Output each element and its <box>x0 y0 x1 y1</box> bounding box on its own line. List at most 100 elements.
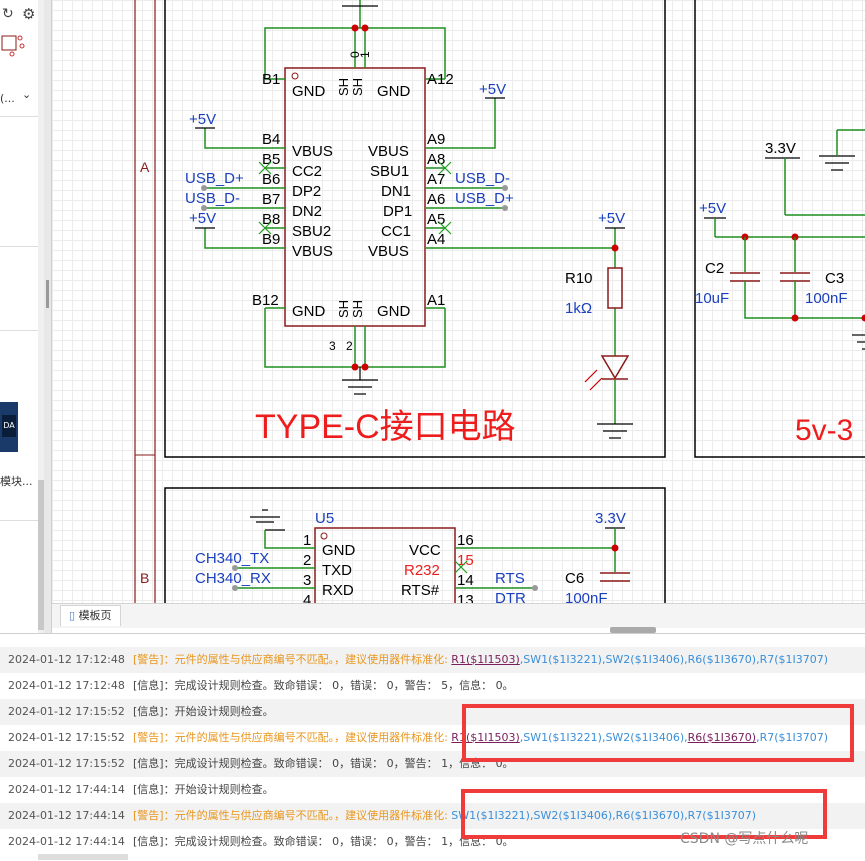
pin1-marker <box>292 73 298 79</box>
pin-number: 2 <box>346 339 353 353</box>
resistor-r10[interactable] <box>608 268 622 308</box>
pin-name: RTS# <box>401 582 440 599</box>
pin-number-a6: A6 <box>427 191 445 208</box>
log-timestamp: 2024-01-12 17:44:14 <box>8 777 125 803</box>
log-timestamp: 2024-01-12 17:12:48 <box>8 673 125 699</box>
log-message: [警告]：元件的属性与供应商编号不匹配。，建议使用器件标准化: R1($1I15… <box>133 647 828 673</box>
usb-block-title: TYPE-C接口电路 <box>255 408 516 446</box>
section-label-b: B <box>140 570 149 586</box>
module-thumbnail-label: DA <box>2 415 16 437</box>
pin-number: 4 <box>303 592 311 603</box>
pin-name: TXD <box>322 562 352 579</box>
log-row: 2024-01-12 17:12:48 [信息]：完成设计规则检查。致命错误： 0… <box>0 673 865 699</box>
refresh-icon[interactable]: ↻ <box>2 6 14 22</box>
shield-label: SH <box>350 78 365 96</box>
pin-name: SBU2 <box>292 223 331 240</box>
pin-name: SBU1 <box>370 163 409 180</box>
net-label: USB_D- <box>185 190 240 207</box>
net-label: +5V <box>189 111 216 128</box>
pin-number: 14 <box>457 572 474 589</box>
pin-name: RXD <box>322 582 354 599</box>
tab-label: 模板页 <box>79 609 112 622</box>
net-label: +5V <box>189 210 216 227</box>
log-timestamp: 2024-01-12 17:44:14 <box>8 829 125 855</box>
component-link[interactable]: SW1($1I3221) <box>523 653 602 666</box>
cap-ref: C6 <box>565 570 584 587</box>
net-label: DTR <box>495 590 526 603</box>
pin-name: DP1 <box>383 203 412 220</box>
log-info-text: [信息]：开始设计规则检查。 <box>133 783 274 796</box>
highlight-box <box>462 704 854 762</box>
pin-name: GND <box>292 303 326 320</box>
pin-number-b7: B7 <box>262 191 280 208</box>
chevron-down-icon[interactable]: ⌄ <box>22 88 31 101</box>
splitter-grip[interactable] <box>46 280 49 308</box>
pin-number-b5: B5 <box>262 151 280 168</box>
log-info-text: [信息]：完成设计规则检查。致命错误： 0，错误： 0，警告： 5，信息： 0。 <box>133 679 514 692</box>
led[interactable] <box>602 356 628 378</box>
settings-icon[interactable]: ⚙ <box>22 5 35 23</box>
pin-number-b8: B8 <box>262 211 280 228</box>
pin-number: 13 <box>457 592 474 603</box>
pin-number-b4: B4 <box>262 131 280 148</box>
tab-template-page[interactable]: ▯ 模板页 <box>60 605 121 626</box>
cap-value: 100nF <box>805 290 848 307</box>
pin-name: GND <box>377 303 411 320</box>
net-label: CH340_RX <box>195 570 271 587</box>
cap-ref: C3 <box>825 270 844 287</box>
component-link[interactable]: R6($1I3670) <box>688 653 756 666</box>
shield-label: SH <box>336 300 351 318</box>
pin-name: DP2 <box>292 183 321 200</box>
pin-number-a12: A12 <box>427 71 454 88</box>
pin-number-b12: B12 <box>252 292 279 309</box>
net-label: CH340_TX <box>195 550 269 567</box>
log-warning-text: [警告]：元件的属性与供应商编号不匹配。，建议使用器件标准化: <box>133 809 451 822</box>
component-link[interactable]: R1($1I1503) <box>451 653 519 666</box>
pin-name: DN1 <box>381 183 411 200</box>
log-timestamp: 2024-01-12 17:44:14 <box>8 803 125 829</box>
net-label: 3.3V <box>765 140 796 157</box>
schematic-canvas[interactable]: A B 0 1 3 2 B1 B4 B5 B6 B7 B8 B9 B12 GND… <box>52 0 865 603</box>
pin-name: DN2 <box>292 203 322 220</box>
component-link[interactable]: R7($1I3707) <box>760 653 828 666</box>
divider <box>0 520 38 521</box>
pin-number: 1 <box>303 532 311 549</box>
pin-number: 2 <box>303 552 311 569</box>
regulator-block-title: 5v-3 <box>795 414 853 447</box>
resistor-ref: R10 <box>565 270 593 287</box>
pin-name: VBUS <box>292 243 333 260</box>
divider <box>0 116 38 117</box>
component-link[interactable]: SW2($1I3406) <box>605 653 684 666</box>
net-label: USB_D+ <box>455 190 514 207</box>
log-info-text: [信息]：完成设计规则检查。致命错误： 0，错误： 0，警告： 1，信息： 0。 <box>133 757 514 770</box>
divider <box>0 330 38 331</box>
log-warning-text: [警告]：元件的属性与供应商编号不匹配。，建议使用器件标准化: <box>133 731 451 744</box>
bottom-scrollbar[interactable] <box>38 854 128 860</box>
pin-number: 3 <box>329 339 336 353</box>
log-message: [信息]：完成设计规则检查。致命错误： 0，错误： 0，警告： 1，信息： 0。 <box>133 751 514 777</box>
net-label: +5V <box>479 81 506 98</box>
shield-label: SH <box>350 300 365 318</box>
cap-value: 100nF <box>565 590 608 603</box>
resistor-value: 1kΩ <box>565 300 592 317</box>
pin-name: GND <box>292 83 326 100</box>
component-preview-icon <box>0 30 30 60</box>
pin-name: VCC <box>409 542 441 559</box>
log-row: 2024-01-12 17:12:48[警告]：元件的属性与供应商编号不匹配。，… <box>0 647 865 673</box>
net-label: +5V <box>598 210 625 227</box>
pin-name: R232 <box>404 562 440 579</box>
watermark: CSDN @写点什么呢 <box>680 828 808 848</box>
net-label: RTS <box>495 570 525 587</box>
page-icon: ▯ <box>69 609 75 622</box>
pin-name: CC1 <box>381 223 411 240</box>
log-timestamp: 2024-01-12 17:15:52 <box>8 725 125 751</box>
pin-number-a7: A7 <box>427 171 445 188</box>
log-info-text: [信息]：开始设计规则检查。 <box>133 705 274 718</box>
log-timestamp: 2024-01-12 17:15:52 <box>8 751 125 777</box>
left-item-text[interactable]: (... <box>0 92 15 105</box>
pin-number-b1: B1 <box>262 71 280 88</box>
pin-name: GND <box>322 542 356 559</box>
pin-number: 1 <box>358 51 372 58</box>
cap-ref: C2 <box>705 260 724 277</box>
module-label: 模块... <box>0 473 33 489</box>
